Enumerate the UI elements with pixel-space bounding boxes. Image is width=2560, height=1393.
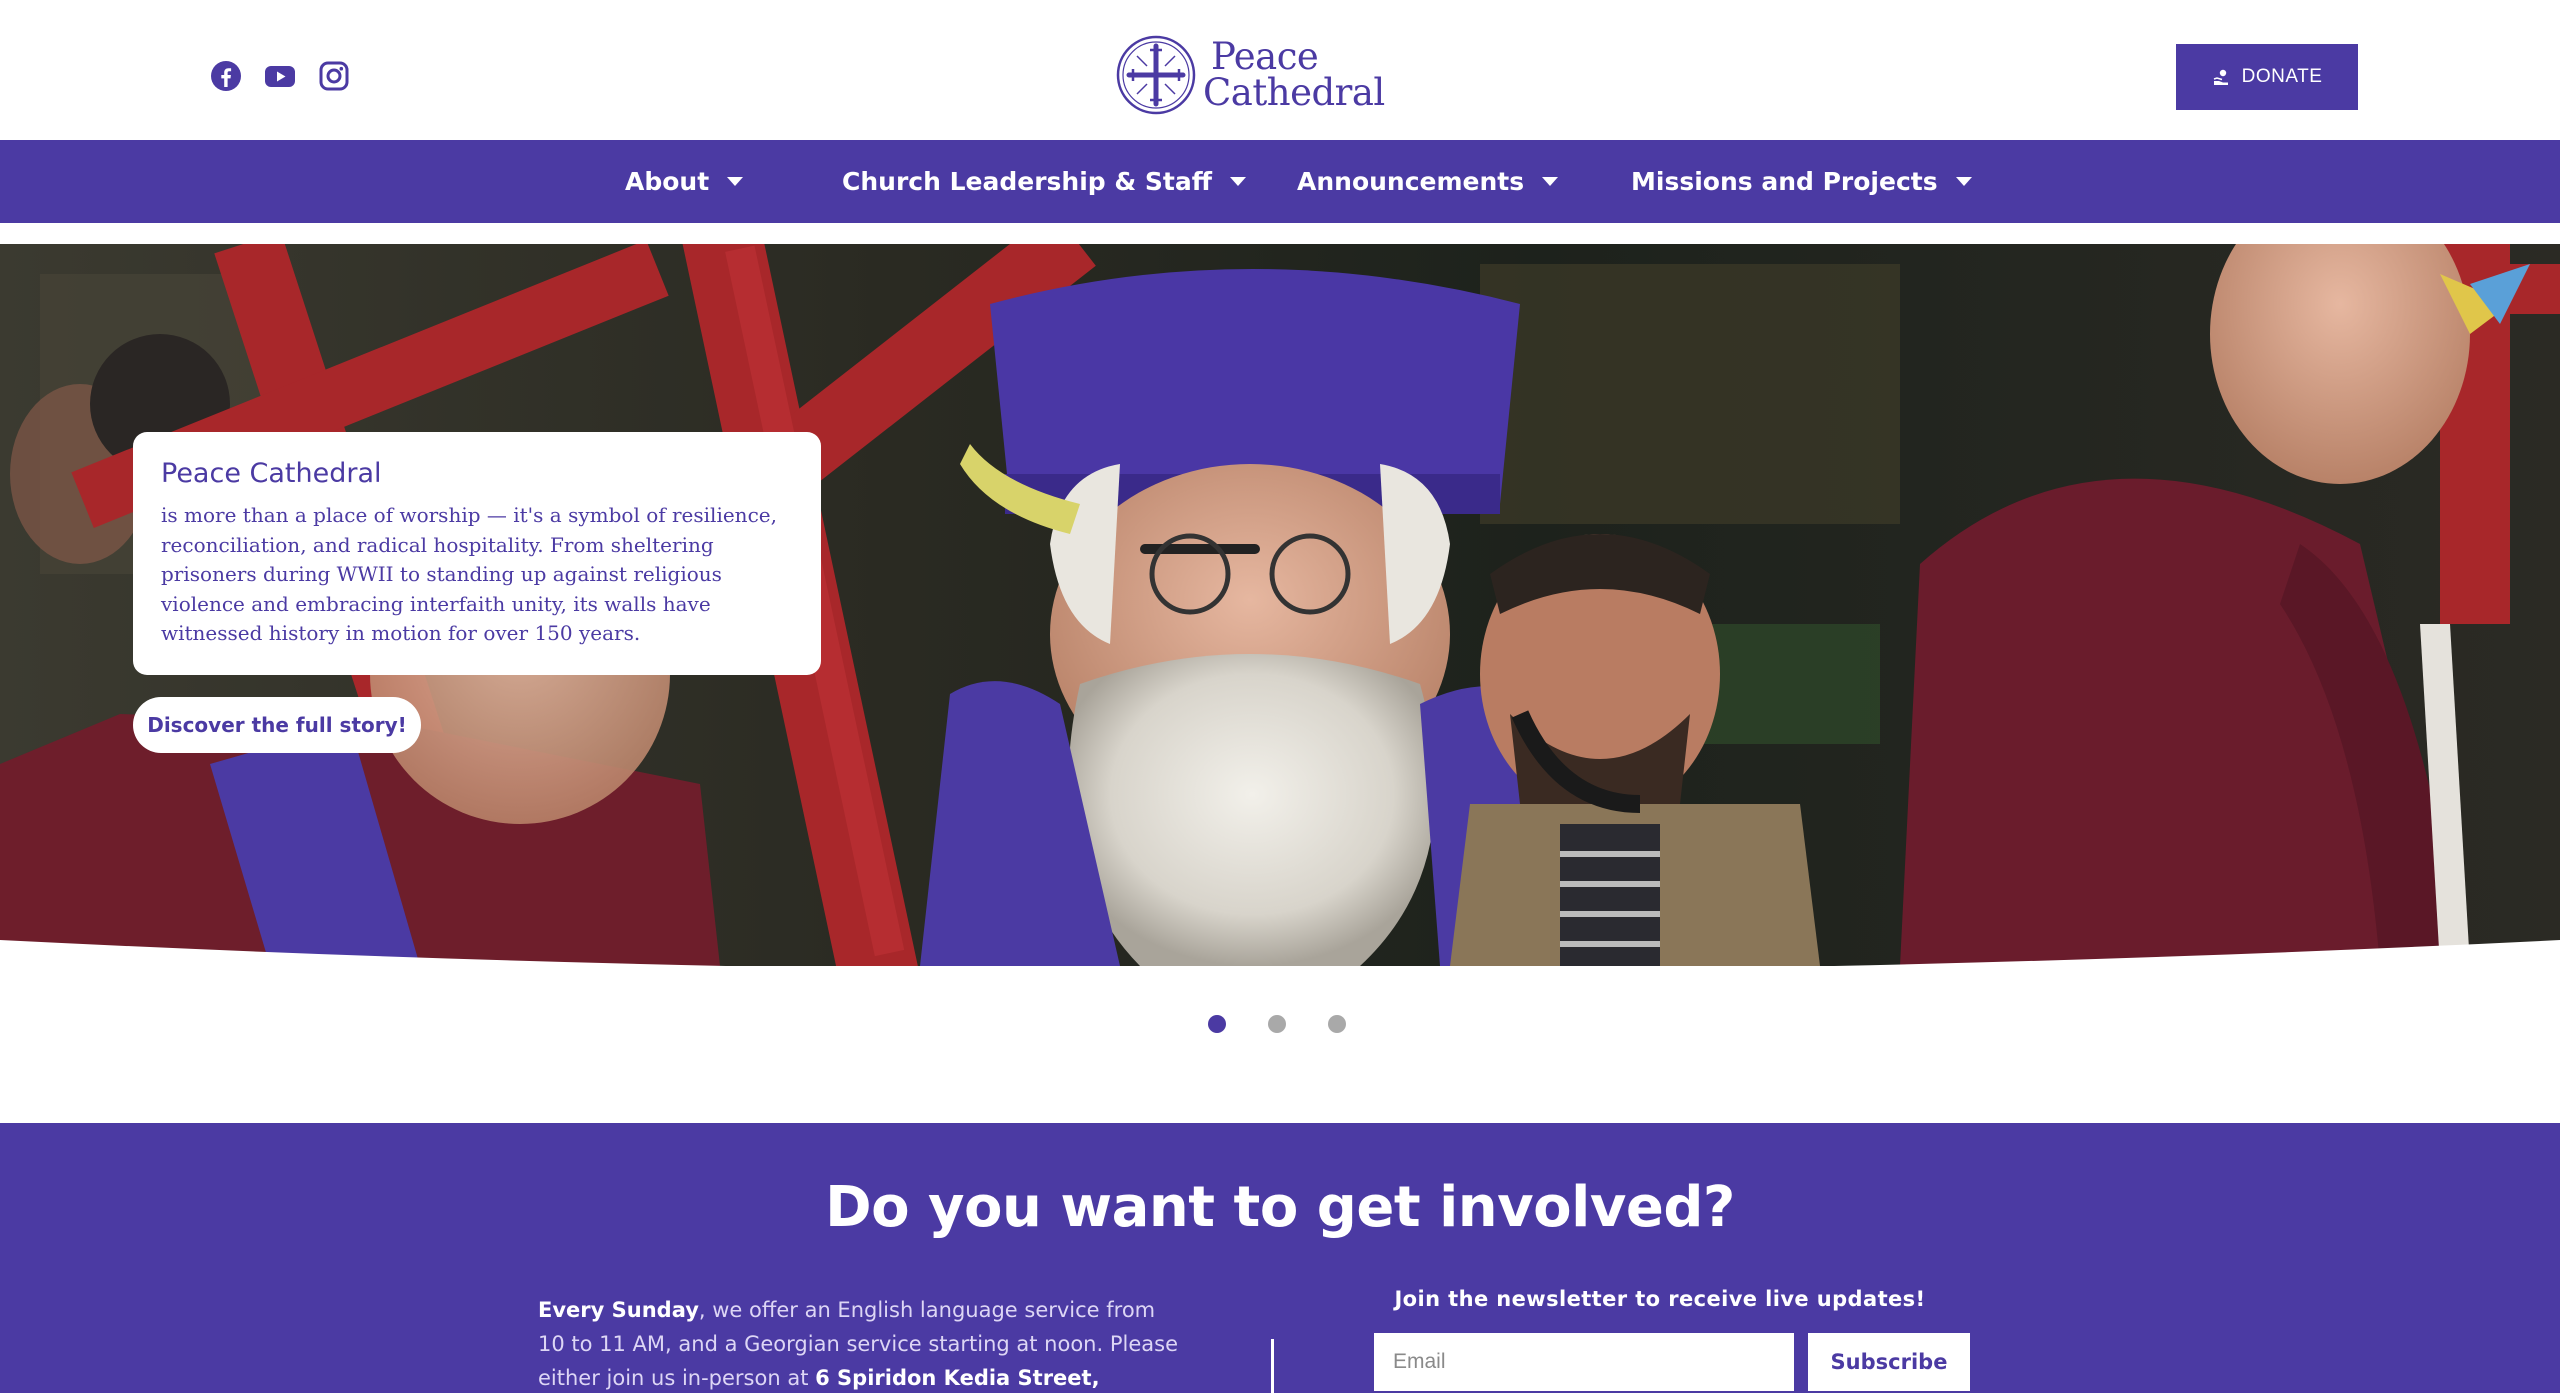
main-nav: About Church Leadership & Staff Announce… xyxy=(0,140,2560,223)
youtube-link[interactable] xyxy=(264,60,296,92)
logo-wordmark: Peace Cathedral xyxy=(1203,35,1385,114)
service-day: Every Sunday xyxy=(538,1298,699,1322)
logo-line-2: Cathedral xyxy=(1203,71,1385,114)
nav-item-church-leadership[interactable]: Church Leadership & Staff xyxy=(842,140,1246,223)
nav-item-label: Announcements xyxy=(1297,167,1525,196)
discover-story-button[interactable]: Discover the full story! xyxy=(133,697,421,753)
nav-item-label: Missions and Projects xyxy=(1631,167,1938,196)
caret-down-icon xyxy=(727,177,744,186)
site-header: Peace Cathedral DONATE xyxy=(0,0,2560,140)
slider-pagination xyxy=(1208,1015,1346,1033)
slider-dot-2[interactable] xyxy=(1268,1015,1286,1033)
caret-down-icon xyxy=(1955,177,1972,186)
cathedral-cross-logo-icon xyxy=(1116,35,1196,115)
logo-line-1: Peace xyxy=(1211,35,1319,78)
donate-button[interactable]: DONATE xyxy=(2176,44,2358,110)
hero-info-card: Peace Cathedral is more than a place of … xyxy=(133,432,821,675)
facebook-icon xyxy=(211,61,241,91)
slider-dot-3[interactable] xyxy=(1328,1015,1346,1033)
hand-heart-icon xyxy=(2213,69,2228,85)
instagram-link[interactable] xyxy=(318,60,350,92)
get-involved-section: Do you want to get involved? Every Sunda… xyxy=(0,1123,2560,1393)
nav-item-about[interactable]: About xyxy=(625,140,744,223)
youtube-icon xyxy=(265,66,295,87)
hero-card-title: Peace Cathedral xyxy=(161,458,382,489)
facebook-link[interactable] xyxy=(210,60,242,92)
hero-card-text: is more than a place of worship — it's a… xyxy=(161,503,777,645)
newsletter-title: Join the newsletter to receive live upda… xyxy=(1394,1287,1926,1311)
social-links xyxy=(210,60,350,92)
site-logo[interactable]: Peace Cathedral xyxy=(1115,34,1385,116)
subscribe-button[interactable]: Subscribe xyxy=(1808,1333,1970,1391)
donate-label: DONATE xyxy=(2241,66,2323,87)
nav-item-missions[interactable]: Missions and Projects xyxy=(1631,140,1972,223)
instagram-icon xyxy=(319,61,349,91)
vertical-divider xyxy=(1271,1339,1274,1393)
caret-down-icon xyxy=(1542,177,1559,186)
nav-item-announcements[interactable]: Announcements xyxy=(1297,140,1559,223)
nav-item-label: About xyxy=(625,167,710,196)
get-involved-heading: Do you want to get involved? xyxy=(825,1175,1735,1240)
service-times-text: Every Sunday, we offer an English langua… xyxy=(538,1293,1178,1393)
newsletter-email-input[interactable] xyxy=(1374,1333,1794,1391)
nav-item-label: Church Leadership & Staff xyxy=(842,167,1212,196)
caret-down-icon xyxy=(1229,177,1246,186)
slider-dot-1[interactable] xyxy=(1208,1015,1226,1033)
